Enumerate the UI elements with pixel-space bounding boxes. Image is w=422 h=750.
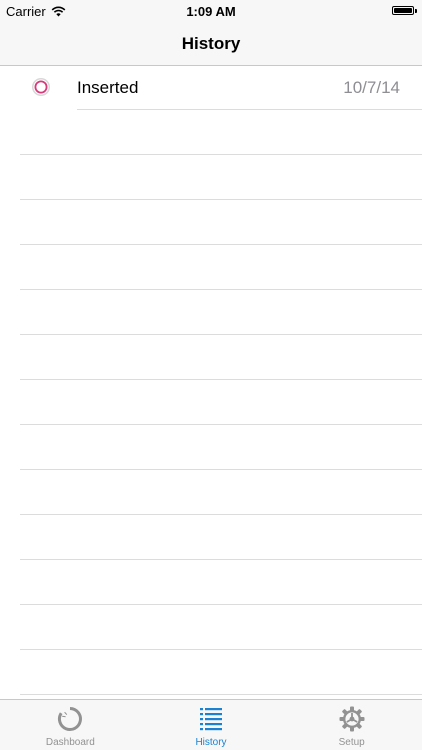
empty-row xyxy=(0,515,422,560)
status-bar: Carrier 1:09 AM xyxy=(0,0,422,22)
tab-history-label: History xyxy=(195,737,227,748)
empty-row xyxy=(0,650,422,695)
tab-dashboard[interactable]: Dashboard xyxy=(0,700,141,750)
empty-row xyxy=(0,605,422,650)
empty-row xyxy=(0,425,422,470)
history-row-title: Inserted xyxy=(77,78,139,97)
tab-setup-label: Setup xyxy=(338,737,365,748)
empty-row xyxy=(0,560,422,605)
progress-ring-icon xyxy=(58,707,83,731)
empty-row xyxy=(0,380,422,425)
battery-icon xyxy=(392,6,417,15)
empty-row xyxy=(0,110,422,155)
empty-row xyxy=(0,470,422,515)
tab-setup[interactable]: Setup xyxy=(281,700,422,750)
page-title: History xyxy=(181,34,241,53)
empty-row xyxy=(0,155,422,200)
history-row-date: 10/7/14 xyxy=(343,78,400,97)
tab-bar: Dashboard History Setup xyxy=(0,699,422,750)
empty-row xyxy=(0,245,422,290)
empty-row xyxy=(0,200,422,245)
navigation-bar: History xyxy=(0,22,422,66)
gear-icon xyxy=(339,706,365,732)
status-time: 1:09 AM xyxy=(186,4,236,19)
empty-row xyxy=(0,335,422,380)
tab-dashboard-label: Dashboard xyxy=(45,737,95,748)
empty-row xyxy=(0,290,422,335)
ring-status-icon xyxy=(32,78,50,96)
history-row[interactable]: Inserted 10/7/14 xyxy=(0,66,422,110)
list-icon xyxy=(200,708,222,731)
tab-history[interactable]: History xyxy=(141,700,282,750)
row-separator xyxy=(20,694,422,695)
history-list[interactable]: Inserted 10/7/14 xyxy=(0,66,422,699)
